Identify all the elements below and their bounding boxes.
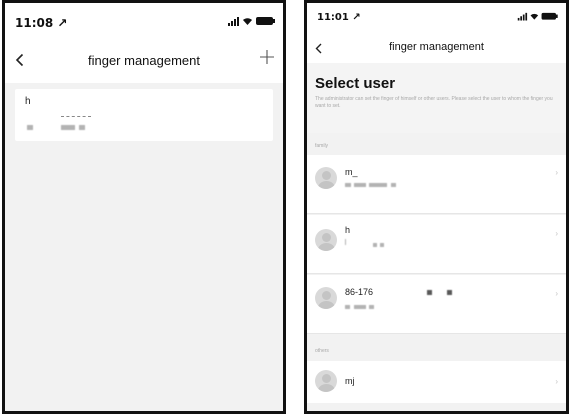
wifi-icon (530, 12, 539, 21)
status-bar: 11:01 ↗ (307, 3, 566, 33)
redacted-text (380, 243, 384, 247)
redacted-text (79, 125, 85, 130)
redacted-text (369, 183, 387, 187)
redacted-text (27, 125, 33, 130)
battery-icon (256, 17, 275, 25)
page-title: finger management (389, 41, 484, 53)
chevron-right-icon: › (555, 168, 558, 177)
phone-screen-finger-management: 11:08 ↗ finger management h (2, 0, 286, 414)
status-bar: 11:08 ↗ (5, 3, 283, 39)
user-row[interactable]: 86-176 › (307, 275, 566, 334)
status-icons (517, 12, 558, 21)
redacted-text (345, 305, 350, 309)
chevron-right-icon: › (555, 289, 558, 298)
signal-icon (228, 16, 239, 26)
redacted-text (391, 183, 396, 187)
avatar (315, 229, 337, 251)
user-name: h (345, 225, 351, 235)
add-icon[interactable] (259, 49, 275, 70)
navigation-bar: finger management (5, 39, 283, 83)
status-time: 11:01 ↗ (317, 12, 361, 23)
redacted-text (369, 305, 374, 309)
chevron-right-icon: › (555, 377, 558, 386)
user-name: h (25, 96, 31, 107)
redacted-text (61, 116, 91, 117)
status-icons (228, 16, 275, 26)
page-title: finger management (87, 53, 200, 68)
group-label-family: family (315, 143, 329, 149)
navigation-bar: finger management (307, 33, 566, 63)
user-name: 86-176 (345, 287, 374, 297)
status-time: 11:08 ↗ (15, 16, 68, 30)
user-name: m_ (345, 167, 358, 177)
section-title: Select user (315, 75, 396, 92)
group-label-others: others (315, 348, 329, 354)
signal-icon (517, 12, 528, 21)
phone-screen-select-user: 11:01 ↗ finger management Select user Th… (304, 0, 569, 414)
avatar (315, 167, 337, 189)
chevron-right-icon: › (555, 229, 558, 238)
wifi-icon (242, 16, 253, 26)
user-row[interactable]: mj › (307, 361, 566, 403)
redacted-text (447, 290, 452, 295)
redacted-text (427, 290, 432, 295)
redacted-text (354, 183, 366, 187)
redacted-text (354, 305, 366, 309)
redacted-text (345, 239, 346, 245)
redacted-text (345, 183, 351, 187)
battery-icon (541, 12, 558, 20)
redacted-text (373, 243, 377, 247)
avatar (315, 370, 337, 392)
user-row[interactable]: m_ › (307, 155, 566, 214)
redacted-text (61, 125, 75, 130)
section-description: The administrator can set the finger of … (315, 96, 553, 109)
user-card[interactable]: h (15, 89, 273, 141)
user-row[interactable]: h › (307, 215, 566, 274)
user-name: mj (345, 376, 355, 386)
select-user-header: Select user The administrator can set th… (307, 63, 566, 133)
avatar (315, 287, 337, 309)
